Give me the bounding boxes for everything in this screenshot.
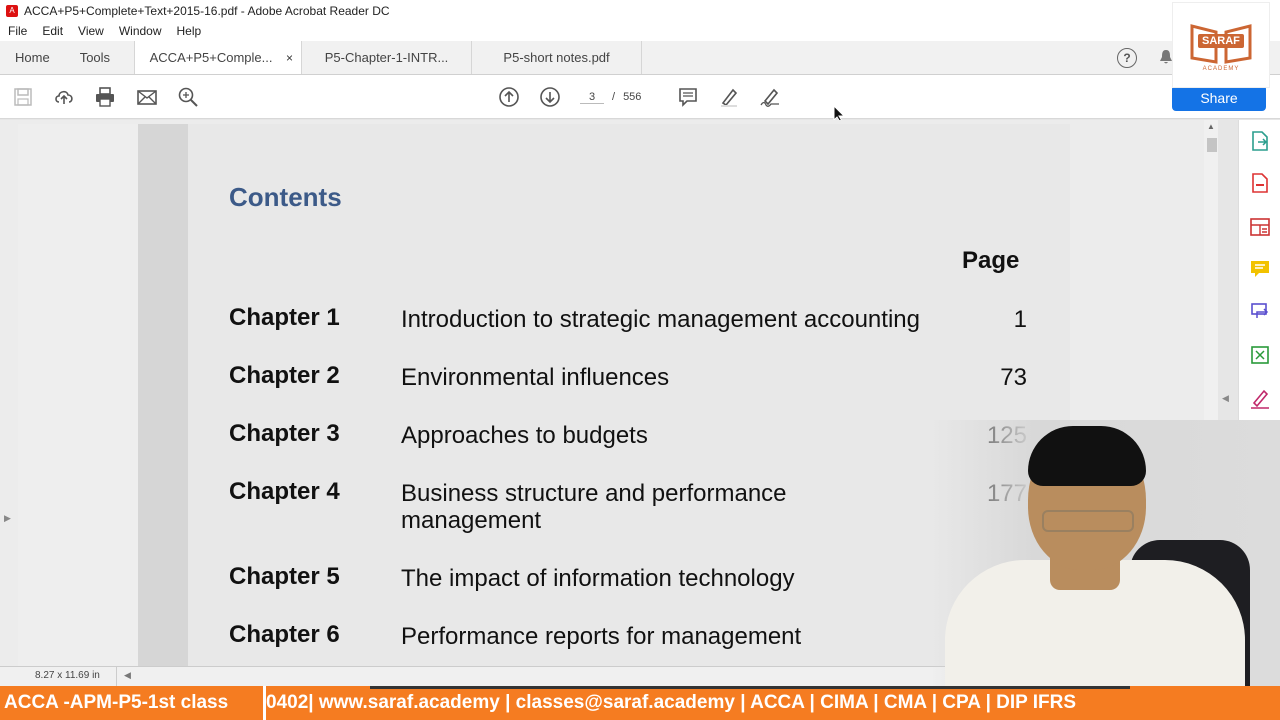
print-icon[interactable] bbox=[93, 85, 117, 109]
page-column-header: Page bbox=[962, 247, 1020, 274]
toc-title-continued: management bbox=[401, 507, 542, 534]
export-excel-icon[interactable] bbox=[1249, 344, 1271, 366]
logo-brand: SARAF bbox=[1198, 34, 1244, 48]
page-margin bbox=[138, 124, 190, 666]
menu-window[interactable]: Window bbox=[119, 24, 162, 38]
left-panel: ▶ bbox=[0, 120, 18, 666]
highlight-pen-icon[interactable] bbox=[717, 85, 741, 109]
page-size-label: 8.27 x 11.69 in bbox=[35, 670, 100, 681]
save-icon[interactable] bbox=[11, 85, 35, 109]
toc-chapter: Chapter 4 bbox=[229, 478, 340, 505]
menu-bar: File Edit View Window Help bbox=[0, 21, 1280, 41]
toc-title: Introduction to strategic management acc… bbox=[401, 306, 920, 333]
webcam-overlay bbox=[930, 420, 1280, 686]
search-icon[interactable] bbox=[176, 85, 200, 109]
toc-chapter: Chapter 3 bbox=[229, 420, 340, 447]
toc-chapter: Chapter 2 bbox=[229, 362, 340, 389]
tab-label: P5-short notes.pdf bbox=[503, 50, 610, 65]
acrobat-icon: A bbox=[6, 4, 18, 17]
logo-mark: SARAF bbox=[1186, 18, 1256, 64]
tab-document[interactable]: P5-short notes.pdf bbox=[472, 41, 643, 74]
menu-edit[interactable]: Edit bbox=[42, 24, 63, 38]
ticker-text: 0402| www.saraf.academy | classes@saraf.… bbox=[266, 692, 1077, 713]
toc-page: 73 bbox=[1000, 364, 1027, 391]
upload-cloud-icon[interactable] bbox=[52, 85, 76, 109]
expand-left-panel-icon[interactable]: ▶ bbox=[4, 513, 11, 524]
toc-page: 1 bbox=[1013, 306, 1027, 333]
toc-title: Performance reports for management bbox=[401, 623, 802, 650]
close-tab-icon[interactable]: × bbox=[286, 51, 293, 65]
toc-chapter: Chapter 5 bbox=[229, 563, 340, 590]
toc-chapter: Chapter 1 bbox=[229, 304, 340, 331]
total-pages: 556 bbox=[623, 91, 642, 103]
presenter-hair bbox=[1028, 426, 1146, 486]
toc-title: Approaches to budgets bbox=[401, 422, 648, 449]
tab-home[interactable]: Home bbox=[0, 41, 65, 74]
tab-document-active[interactable]: ACCA+P5+Comple... × bbox=[134, 41, 303, 74]
contents-heading: Contents bbox=[229, 182, 342, 212]
page-separator: / bbox=[612, 91, 616, 103]
menu-file[interactable]: File bbox=[8, 24, 27, 38]
ticker-label: ACCA -APM-P5-1st class bbox=[0, 686, 266, 720]
menu-view[interactable]: View bbox=[78, 24, 104, 38]
export-pdf-icon[interactable] bbox=[1249, 130, 1271, 152]
scroll-thumb[interactable] bbox=[1207, 138, 1217, 152]
organize-pages-icon[interactable] bbox=[1249, 216, 1271, 238]
tab-document[interactable]: P5-Chapter-1-INTR... bbox=[302, 41, 473, 74]
previous-page-edge bbox=[18, 124, 138, 666]
previous-page-icon[interactable] bbox=[497, 85, 521, 109]
ticker-banner: ACCA -APM-P5-1st class 0402| www.saraf.a… bbox=[0, 686, 1280, 720]
logo-subtitle: ACADEMY bbox=[1202, 66, 1240, 72]
collapse-right-panel-icon[interactable]: ◀ bbox=[1222, 393, 1229, 404]
sign-icon[interactable] bbox=[758, 85, 782, 109]
tab-tools[interactable]: Tools bbox=[65, 41, 134, 74]
email-icon[interactable] bbox=[135, 85, 159, 109]
scroll-up-icon[interactable]: ▲ bbox=[1207, 122, 1215, 131]
tab-label: P5-Chapter-1-INTR... bbox=[324, 50, 449, 65]
title-bar: A ACCA+P5+Complete+Text+2015-16.pdf - Ad… bbox=[0, 0, 1280, 21]
comment-icon[interactable] bbox=[676, 85, 700, 109]
presenter-glasses bbox=[1042, 510, 1134, 532]
tab-bar: Home Tools ACCA+P5+Comple... × P5-Chapte… bbox=[0, 41, 1280, 75]
share-button[interactable]: Share bbox=[1172, 85, 1266, 111]
send-for-review-icon[interactable] bbox=[1249, 300, 1271, 322]
create-pdf-icon[interactable] bbox=[1249, 172, 1271, 194]
toc-chapter: Chapter 6 bbox=[229, 621, 340, 648]
comment-tool-icon[interactable] bbox=[1249, 258, 1271, 280]
scroll-left-icon[interactable]: ◀ bbox=[124, 670, 131, 681]
fill-and-sign-icon[interactable] bbox=[1249, 388, 1271, 410]
current-page-input[interactable]: 3 bbox=[580, 91, 604, 104]
toc-title: Environmental influences bbox=[401, 364, 670, 391]
tab-label: ACCA+P5+Comple... bbox=[149, 50, 273, 65]
toc-title: Business structure and performance bbox=[401, 480, 787, 507]
toc-title: The impact of information technology bbox=[401, 565, 795, 592]
bell-icon[interactable] bbox=[1159, 49, 1173, 65]
next-page-icon[interactable] bbox=[538, 85, 562, 109]
menu-help[interactable]: Help bbox=[177, 24, 202, 38]
status-divider bbox=[116, 667, 117, 687]
saraf-academy-logo: SARAF ACADEMY bbox=[1172, 2, 1270, 88]
window-title: ACCA+P5+Complete+Text+2015-16.pdf - Adob… bbox=[24, 3, 390, 18]
toolbar: 3 / 556 bbox=[0, 75, 1280, 123]
help-icon[interactable]: ? bbox=[1117, 48, 1137, 68]
page-navigator: 3 / 556 bbox=[580, 85, 641, 109]
